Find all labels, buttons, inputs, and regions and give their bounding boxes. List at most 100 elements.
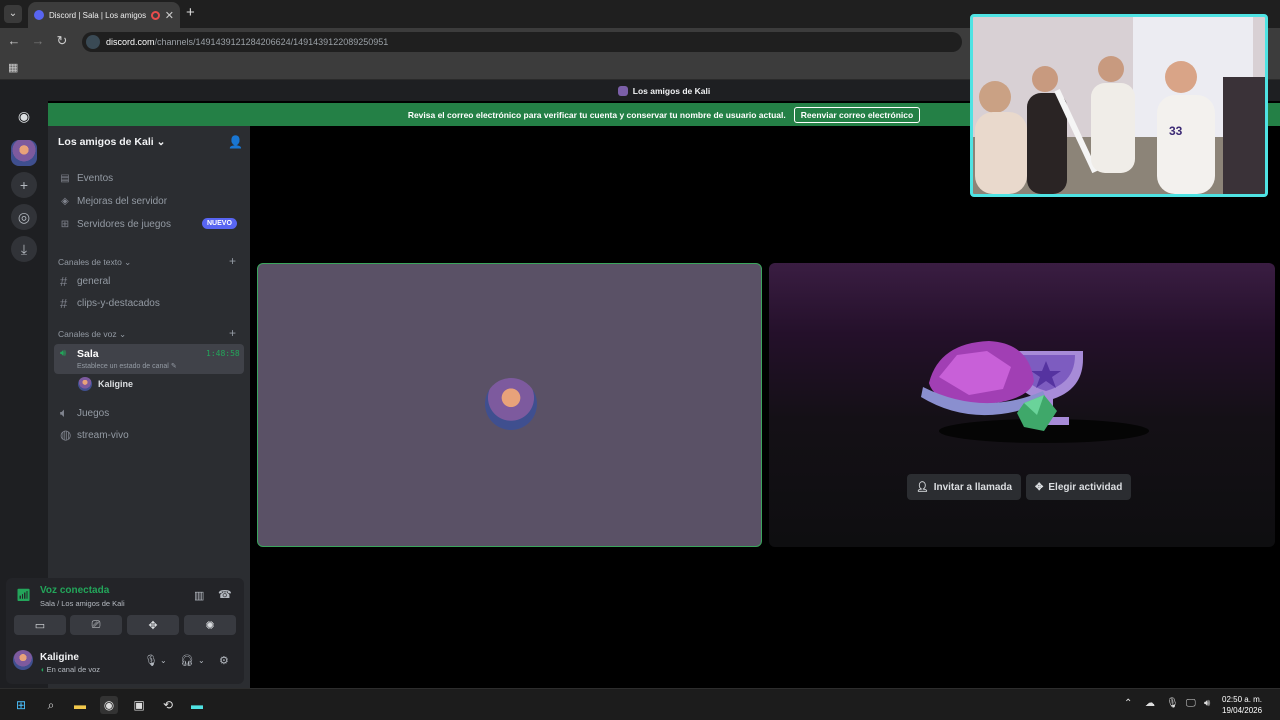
- banner-message: Revisa el correo electrónico para verifi…: [407, 109, 786, 120]
- windows-taskbar: ⊞ ⌕ ▬ ◉ ▣ ⟲ ▬ ⌃ ☁ 🎙︎ 🖵︎ 🔊︎ 02:50 a. m. 1…: [0, 688, 1280, 720]
- server-name: Los amigos de Kali: [58, 136, 154, 148]
- server-name-dropdown[interactable]: Los amigos de Kali ⌄: [58, 136, 165, 148]
- category-label: Canales de voz: [58, 329, 117, 339]
- speaker-icon: 🔈︎: [60, 405, 68, 420]
- clock-time: 02:50 a. m.: [1222, 695, 1263, 704]
- close-tab-icon[interactable]: ✕: [165, 9, 174, 22]
- clock-date: 19/04/2026: [1222, 706, 1263, 715]
- trophy-shell-illustration-icon: [921, 341, 1149, 443]
- screen-share-button[interactable]: ⎚: [70, 615, 122, 635]
- invite-people-icon[interactable]: 👤: [228, 135, 243, 149]
- voice-channel-name: Sala: [77, 348, 99, 360]
- url-path: /channels/1491439121284206624/1491439122…: [154, 37, 389, 47]
- server-mini-icon: [617, 85, 628, 96]
- hash-icon: #: [60, 273, 68, 289]
- webcam-overlay: 33: [970, 14, 1268, 197]
- signal-icon[interactable]: 📶︎: [16, 588, 31, 602]
- voice-user-name: Kaligine: [98, 379, 134, 389]
- camera-off-button[interactable]: ▭: [14, 615, 66, 635]
- server-header-title: Los amigos de Kali: [632, 85, 711, 96]
- voice-channel-juegos[interactable]: 🔈︎ Juegos: [60, 404, 109, 422]
- activities-button[interactable]: ✥: [127, 615, 179, 635]
- new-tab-button[interactable]: +: [186, 4, 195, 21]
- voice-user-kaligine[interactable]: Kaligine: [78, 377, 133, 391]
- resend-email-button[interactable]: Reenviar correo electrónico: [793, 106, 921, 123]
- calendar-icon: ▤: [60, 172, 70, 184]
- boost-icon: ◈: [61, 195, 69, 207]
- voice-connected-subtitle[interactable]: Sala / Los amigos de Kali: [40, 599, 125, 608]
- tab-title: Discord | Sala | Los amigos d: [49, 10, 146, 20]
- voice-channel-stream-vivo[interactable]: ◍ stream-vivo: [60, 426, 129, 444]
- settings-gear-icon[interactable]: ⚙: [219, 654, 229, 667]
- reload-icon[interactable]: ↻: [53, 33, 71, 49]
- user-avatar[interactable]: [13, 650, 33, 670]
- activity-tile: 👤︎ Invitar a llamada ✥ Elegir actividad: [769, 263, 1275, 547]
- category-text-channels[interactable]: Canales de texto ⌄: [58, 257, 131, 268]
- store-icon[interactable]: ▣: [130, 696, 148, 714]
- set-channel-status[interactable]: Establece un estado de canal ✎: [77, 362, 177, 370]
- download-icon[interactable]: ⤓: [11, 236, 37, 262]
- apps-grid-icon[interactable]: ▦: [8, 61, 18, 74]
- channel-label: stream-vivo: [77, 429, 129, 441]
- noise-suppression-icon[interactable]: ▥: [194, 589, 204, 602]
- menu-item-game-servers[interactable]: ⊞ Servidores de juegos: [60, 215, 171, 233]
- speaker-icon: ◖: [40, 665, 45, 674]
- status-placeholder: Establece un estado de canal: [77, 363, 169, 370]
- disconnect-icon[interactable]: ☎: [218, 588, 232, 601]
- terminal-app-icon[interactable]: ▬: [188, 696, 206, 714]
- channel-label: Juegos: [77, 407, 110, 419]
- tab-search-button[interactable]: ⌄: [4, 5, 22, 23]
- address-bar[interactable]: discord.com/channels/1491439121284206624…: [82, 32, 962, 52]
- mic-tray-icon[interactable]: 🎙︎: [1166, 698, 1179, 709]
- discord-home-icon[interactable]: ◉: [11, 103, 37, 129]
- stage-icon: ◍: [60, 427, 72, 442]
- hash-icon: #: [60, 295, 68, 311]
- windows-start-icon[interactable]: ⊞: [12, 696, 30, 714]
- add-voice-channel-icon[interactable]: +: [229, 326, 236, 340]
- channel-clips[interactable]: # clips-y-destacados: [60, 294, 160, 312]
- choose-activity-button[interactable]: ✥ Elegir actividad: [1026, 474, 1132, 500]
- forward-icon[interactable]: →: [29, 33, 47, 48]
- new-badge: NUEVO: [202, 218, 237, 229]
- channel-label: general: [77, 275, 111, 287]
- tray-chevron-icon[interactable]: ⌃: [1124, 698, 1132, 709]
- category-voice-channels[interactable]: Canales de voz ⌄: [58, 329, 126, 340]
- cloud-icon[interactable]: ☁: [1145, 698, 1155, 709]
- headphones-icon[interactable]: 🎧︎: [180, 654, 194, 667]
- invite-label: Invitar a llamada: [933, 481, 1013, 493]
- add-server-icon[interactable]: +: [11, 172, 37, 198]
- browser-tab-discord[interactable]: Discord | Sala | Los amigos d ✕: [28, 2, 180, 28]
- soundboard-icon: ✺: [205, 619, 215, 632]
- add-text-channel-icon[interactable]: +: [229, 254, 236, 268]
- chrome-icon[interactable]: ◉: [100, 696, 118, 714]
- menu-item-events[interactable]: ▤ Eventos: [60, 169, 113, 187]
- menu-label: Eventos: [77, 172, 114, 184]
- system-clock[interactable]: 02:50 a. m. 19/04/2026: [1222, 694, 1262, 716]
- audio-options-chevron-icon[interactable]: ⌄: [198, 656, 205, 665]
- recording-indicator-icon: [150, 10, 160, 20]
- network-icon[interactable]: 🖵︎: [1186, 698, 1196, 709]
- user-status-label: En canal de voz: [46, 665, 100, 674]
- invite-to-call-button[interactable]: 👤︎ Invitar a llamada: [907, 474, 1022, 500]
- voice-channel-sala[interactable]: 🔊︎ Sala 1:48:58 Establece un estado de c…: [54, 344, 244, 374]
- gamepad-icon: ⊞: [60, 218, 70, 230]
- site-info-icon[interactable]: [86, 35, 100, 49]
- back-icon[interactable]: ←: [5, 33, 23, 48]
- microphone-icon[interactable]: 🎙︎: [144, 654, 158, 667]
- search-icon[interactable]: ⌕: [42, 696, 60, 714]
- menu-item-boosts[interactable]: ◈ Mejoras del servidor: [60, 192, 167, 210]
- explore-icon[interactable]: ◎: [11, 204, 37, 230]
- mic-options-chevron-icon[interactable]: ⌄: [160, 656, 167, 665]
- pencil-icon: ✎: [170, 363, 177, 370]
- file-explorer-icon[interactable]: ▬: [71, 696, 89, 714]
- volume-icon[interactable]: 🔊︎: [1204, 698, 1210, 709]
- menu-label: Servidores de juegos: [77, 218, 171, 230]
- app-icon[interactable]: ⟲: [159, 696, 177, 714]
- camera-off-icon: ▭: [34, 619, 46, 632]
- server-icon-los-amigos[interactable]: [11, 140, 37, 166]
- channel-general[interactable]: # general: [60, 272, 110, 290]
- channel-label: clips-y-destacados: [77, 297, 160, 309]
- soundboard-button[interactable]: ✺: [184, 615, 236, 635]
- avatar: [78, 377, 92, 391]
- participant-tile-kaligine[interactable]: [257, 263, 762, 547]
